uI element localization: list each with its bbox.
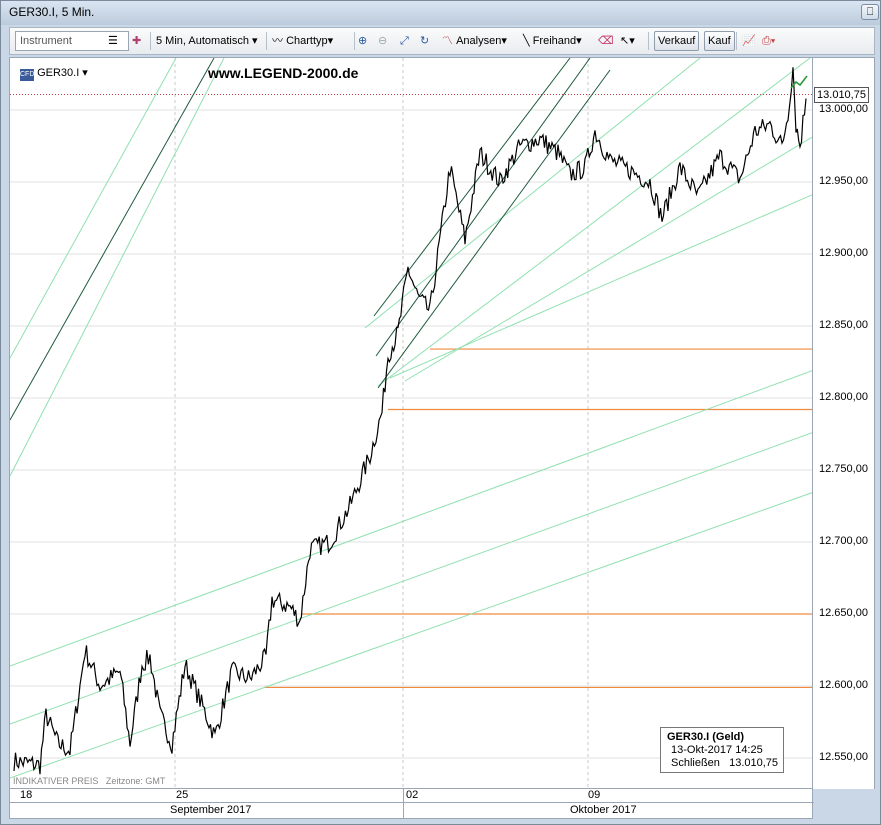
info-date: 13-Okt-2017 14:25 (671, 744, 763, 756)
freihand-label: Freihand (532, 35, 577, 47)
trend-line (10, 432, 812, 725)
info-box: GER30.I (Geld) 13-Okt-2017 14:25 Schließ… (660, 727, 784, 773)
y-axis: 13.000,00 12.950,00 12.900,00 12.850,00 12.8… (813, 57, 875, 789)
y-tick: 12.750,00 (819, 463, 868, 475)
info-title: GER30.I (Geld) (667, 731, 745, 743)
print-icon[interactable]: ⎙▾ (762, 32, 775, 50)
symbol-selector[interactable]: CFD GER30.I ▾ (20, 66, 88, 81)
trend-line (10, 58, 225, 477)
chart-settings-icon[interactable]: 📈 (742, 32, 756, 50)
trend-line (375, 58, 591, 357)
y-tick: 12.650,00 (819, 607, 868, 619)
analysen-menu[interactable]: 〽 Analysen▾ (442, 32, 507, 50)
window-title: GER30.I, 5 Min. (9, 5, 95, 19)
x-tick: 25 (176, 789, 189, 801)
y-tick: 12.550,00 (819, 751, 868, 763)
close-icon[interactable]: ⎕ (861, 4, 879, 20)
price-chart (10, 58, 812, 788)
timezone-label: Zeitzone: GMT (105, 776, 166, 786)
indicative-label: INDIKATIVER PREIS (13, 776, 99, 786)
refresh-icon[interactable]: ↻ (420, 32, 429, 50)
charttyp-menu[interactable]: 〰 Charttyp▾ (272, 32, 333, 50)
trend-line (404, 136, 812, 382)
price-line (13, 67, 807, 775)
eraser-icon[interactable]: ⌫ (598, 32, 614, 50)
x-month-label: Oktober 2017 (570, 804, 637, 816)
chart-window: GER30.I, 5 Min. ⎕ Instrument ☰ ✚ 5 Min, … (0, 0, 881, 825)
current-price-label: 13.010,75 (814, 87, 869, 103)
separator (354, 32, 355, 50)
interval-label: 5 Min, (156, 35, 186, 47)
trend-line (389, 194, 812, 379)
separator (736, 32, 737, 50)
verkauf-button[interactable]: Verkauf (654, 31, 700, 51)
pen-icon: ╲ (523, 35, 530, 47)
info-close-value: 13.010,75 (729, 757, 779, 769)
x-axis: 18 25 02 09 September 2017 Oktober 2017 (9, 789, 814, 819)
trend-line (10, 58, 215, 421)
x-month-label: September 2017 (170, 804, 252, 816)
axis-divider (403, 789, 404, 819)
cfd-icon: CFD (20, 69, 34, 81)
instrument-list-icon[interactable]: ☰ (108, 32, 122, 50)
zoom-in-icon[interactable]: ⊕ (358, 32, 367, 50)
x-tick: 09 (588, 789, 601, 801)
y-tick: 12.950,00 (819, 175, 868, 187)
footer-note: INDIKATIVER PREIS Zeitzone: GMT (13, 776, 165, 786)
interval-select[interactable]: 5 Min, Automatisch ▾ (156, 32, 258, 50)
kauf-button[interactable]: Kauf (704, 31, 735, 51)
analysis-icon: 〽 (442, 35, 453, 47)
info-close: Schließen 13.010,75 (667, 757, 779, 770)
separator (266, 32, 267, 50)
chart-area[interactable]: CFD GER30.I ▾ www.LEGEND-2000.de GER30.I… (9, 57, 813, 789)
y-tick: 12.700,00 (819, 535, 868, 547)
title-bar: GER30.I, 5 Min. ⎕ (1, 1, 880, 25)
watermark: www.LEGEND-2000.de (208, 65, 359, 81)
trend-line (377, 58, 811, 387)
line-chart-icon: 〰 (272, 35, 283, 47)
symbol-label: GER30.I (37, 67, 80, 79)
separator (648, 32, 649, 50)
fit-icon[interactable]: ⤢ (400, 32, 409, 50)
zoom-out-icon[interactable]: ⊖ (378, 32, 387, 50)
mode-label: Automatisch (188, 35, 249, 47)
trend-line (377, 69, 611, 389)
info-close-label: Schließen (671, 757, 720, 769)
y-tick: 12.800,00 (819, 391, 868, 403)
analysen-label: Analysen (456, 35, 502, 47)
y-tick: 12.900,00 (819, 247, 868, 259)
freihand-menu[interactable]: ╲ Freihand▾ (523, 32, 582, 50)
cursor-icon[interactable]: ↖▾ (620, 32, 635, 50)
x-tick: 02 (406, 789, 419, 801)
toolbar: Instrument ☰ ✚ 5 Min, Automatisch ▾ 〰 Ch… (9, 27, 875, 55)
axis-divider (10, 802, 814, 803)
charttyp-label: Charttyp (286, 35, 328, 47)
add-indicator-icon[interactable]: ✚ (132, 32, 141, 50)
y-tick: 12.850,00 (819, 319, 868, 331)
y-tick: 13.000,00 (819, 103, 868, 115)
trend-line (10, 370, 812, 667)
x-tick: 18 (20, 789, 33, 801)
y-tick: 12.600,00 (819, 679, 868, 691)
separator (150, 32, 151, 50)
